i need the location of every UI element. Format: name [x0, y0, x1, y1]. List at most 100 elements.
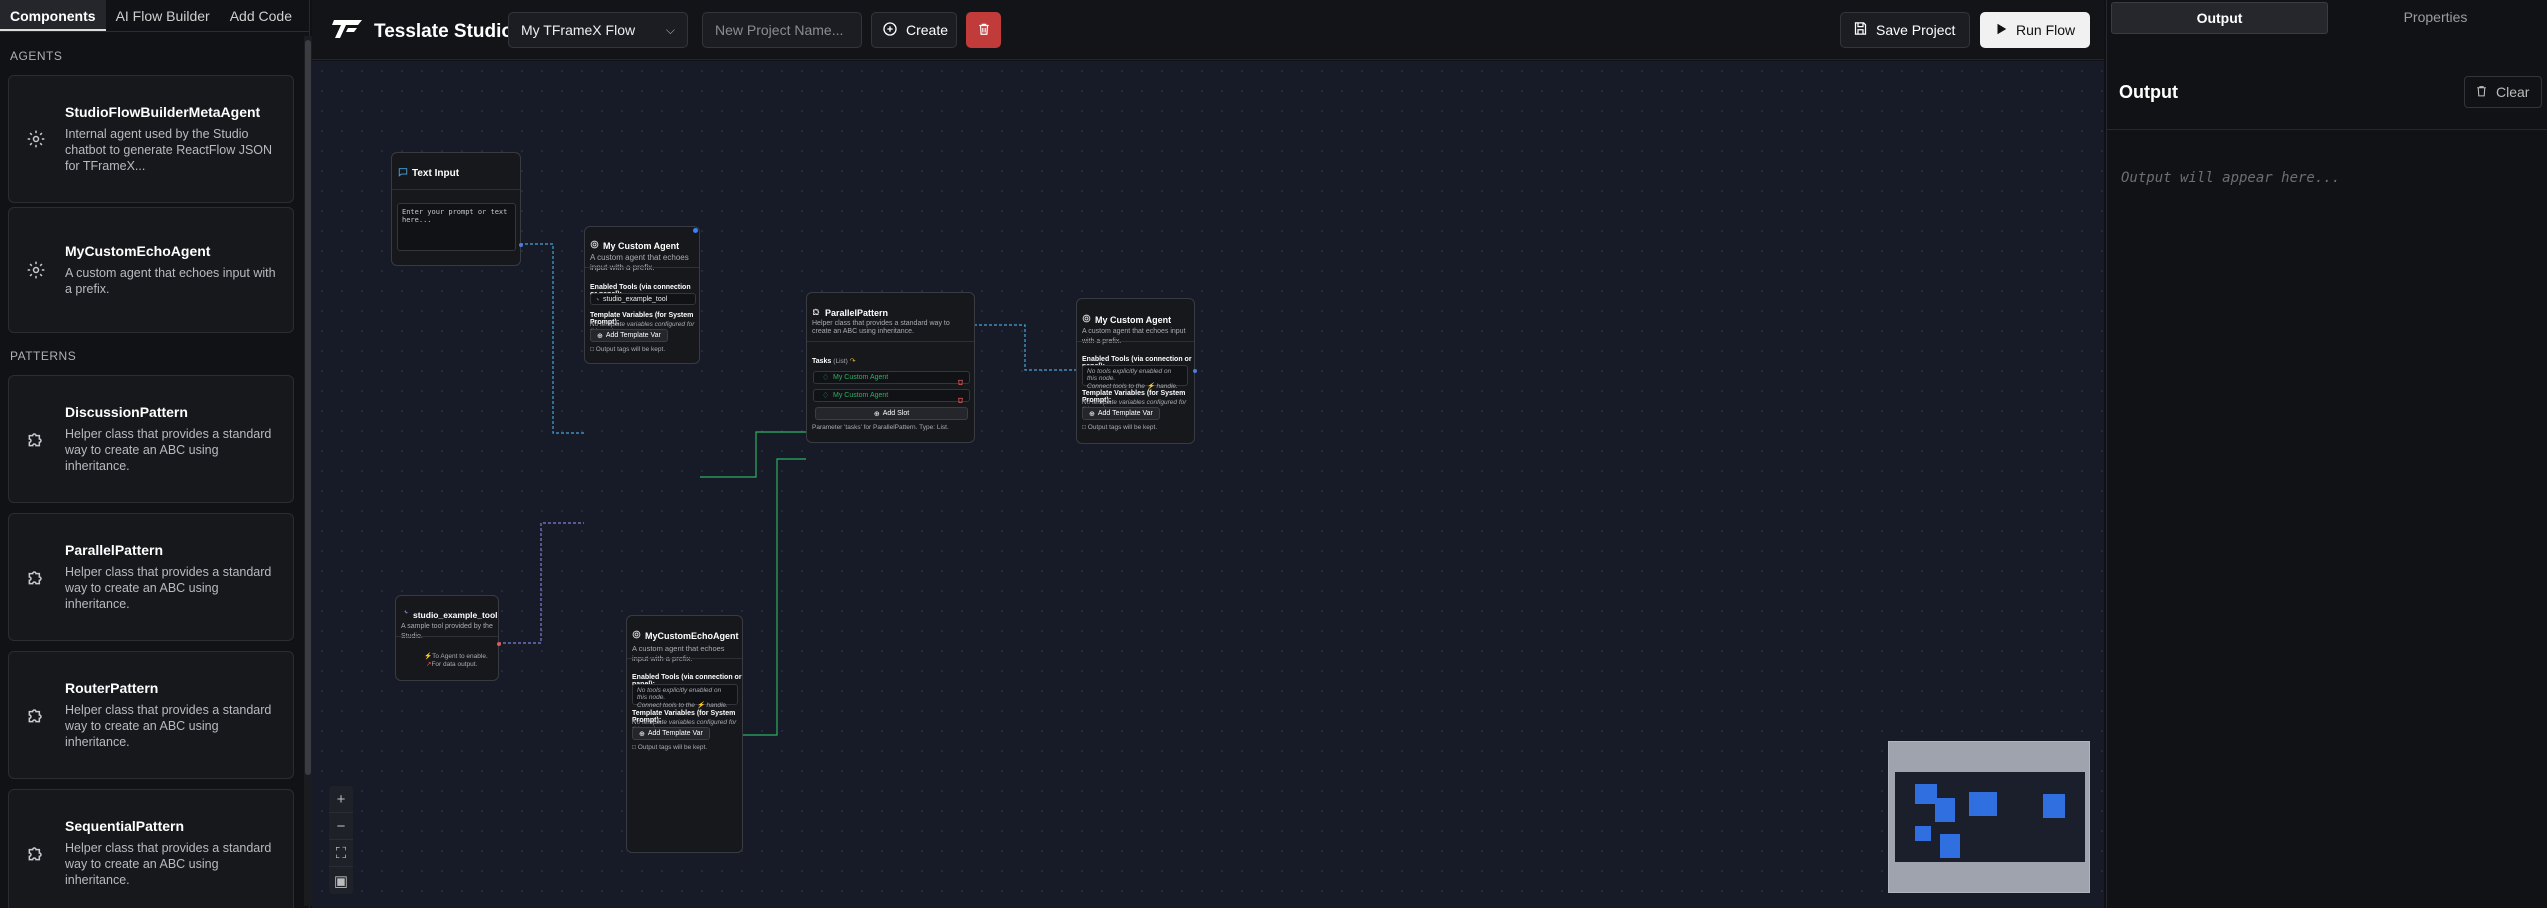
minimap[interactable] — [1888, 741, 2090, 893]
sidebar-scrollbar-thumb[interactable] — [305, 40, 311, 775]
tab-add-code[interactable]: Add Code — [220, 0, 302, 31]
component-card-agent[interactable]: MyCustomEchoAgent A custom agent that ec… — [8, 207, 294, 333]
delete-project-button[interactable] — [966, 12, 1001, 48]
edge-echo-to-task2[interactable] — [742, 458, 806, 736]
output-tags-text: Output tags will be kept. — [595, 346, 666, 353]
top-toolbar: Tesslate Studio My TFrameX Flow ⌵ Create… — [312, 0, 2104, 60]
flow-select-dropdown[interactable]: My TFrameX Flow ⌵ — [508, 12, 688, 48]
text-input-textarea[interactable]: Enter your prompt or text here... — [397, 203, 516, 251]
components-sidebar: Components AI Flow Builder Add Code AGEN… — [0, 0, 312, 908]
output-tags-text: Output tags will be kept. — [637, 744, 708, 751]
node-text-input[interactable]: Text Input Enter your prompt or text her… — [391, 152, 523, 266]
run-flow-button[interactable]: Run Flow — [1980, 12, 2090, 48]
add-template-var-button[interactable]: ⊕ Add Template Var — [632, 727, 710, 740]
zoom-in-button[interactable]: + — [329, 786, 353, 813]
minimap-node — [1915, 826, 1931, 841]
output-handle[interactable] — [519, 243, 523, 247]
add-slot-button[interactable]: ⊕ Add Slot — [815, 407, 968, 420]
tab-properties[interactable]: Properties — [2328, 2, 2543, 34]
chevron-down-icon: ⌵ — [665, 23, 675, 37]
plus-circle-icon — [882, 21, 898, 40]
task-slot-agent: My Custom Agent — [833, 374, 889, 381]
component-card-pattern[interactable]: RouterPattern Helper class that provides… — [8, 651, 294, 779]
component-title: DiscussionPattern — [65, 404, 188, 420]
edge-parallel-to-agent2[interactable] — [974, 324, 1076, 371]
gear-icon — [632, 630, 641, 642]
tasks-type: (List) — [833, 358, 848, 365]
component-description: Helper class that provides a standard wa… — [65, 841, 272, 887]
output-header: Output Clear — [2107, 68, 2547, 130]
node-description: A sample tool provided by the Studio. — [401, 623, 493, 640]
lock-button[interactable]: ▣ — [329, 867, 353, 894]
clear-output-button[interactable]: Clear — [2464, 76, 2542, 108]
add-template-var-label: Add Template Var — [605, 332, 661, 339]
node-description: A custom agent that echoes input with a … — [1082, 328, 1186, 345]
create-button[interactable]: Create — [871, 12, 957, 48]
edge-text-to-agent[interactable] — [520, 243, 584, 434]
output-handle[interactable] — [1193, 369, 1197, 373]
tab-components[interactable]: Components — [0, 0, 106, 31]
component-card-pattern[interactable]: DiscussionPattern Helper class that prov… — [8, 375, 294, 503]
plus-circle-icon: ⊕ — [597, 332, 603, 340]
minimap-node — [1935, 798, 1955, 822]
message-icon — [398, 167, 408, 180]
enabled-tool-chip[interactable]: studio_example_tool — [590, 293, 696, 305]
save-project-label: Save Project — [1876, 22, 1956, 38]
edge-tool-to-agent[interactable] — [498, 522, 584, 644]
play-icon — [1994, 22, 2008, 39]
add-template-var-button[interactable]: ⊕ Add Template Var — [590, 329, 668, 342]
output-tags-note: □ Output tags will be kept. — [1082, 424, 1157, 431]
component-description: Helper class that provides a standard wa… — [65, 565, 272, 611]
plus-icon: + — [336, 790, 346, 808]
task-slot-1[interactable]: ♢ My Custom Agent — [813, 371, 970, 386]
component-description: A custom agent that echoes input with a … — [65, 266, 276, 296]
node-my-custom-agent[interactable]: My Custom Agent A custom agent that echo… — [584, 226, 700, 364]
no-tools-line2: Connect tools to the ⚡ handle. — [637, 702, 728, 709]
node-parallel-pattern[interactable]: ParallelPattern Helper class that provid… — [806, 292, 975, 443]
comment-icon: □ — [632, 744, 636, 751]
flow-select-value: My TFrameX Flow — [521, 22, 636, 38]
add-template-var-label: Add Template Var — [1097, 410, 1153, 417]
comment-icon: □ — [1082, 424, 1086, 431]
component-card-pattern[interactable]: ParallelPattern Helper class that provid… — [8, 513, 294, 641]
sidebar-tabs: Components AI Flow Builder Add Code — [0, 0, 309, 32]
project-name-input[interactable] — [702, 12, 862, 48]
minus-icon: − — [336, 817, 346, 835]
users-icon: ♢ — [822, 373, 830, 382]
minimap-viewport[interactable] — [1895, 772, 2085, 862]
right-panel-tabs: Output Properties — [2111, 2, 2543, 34]
node-title: Text Input — [412, 168, 460, 179]
component-card-agent[interactable]: StudioFlowBuilderMetaAgent Internal agen… — [8, 75, 294, 203]
output-handle[interactable] — [497, 642, 501, 646]
save-project-button[interactable]: Save Project — [1840, 12, 1970, 48]
tab-output[interactable]: Output — [2111, 2, 2328, 34]
node-my-custom-echo-agent[interactable]: MyCustomEchoAgent A custom agent that ec… — [626, 615, 743, 853]
component-card-pattern[interactable]: SequentialPattern Helper class that prov… — [8, 789, 294, 908]
node-divider — [585, 267, 699, 268]
task-slot-2[interactable]: ♢ My Custom Agent — [813, 389, 970, 404]
users-icon: ♢ — [822, 391, 830, 400]
tab-ai-flow-builder[interactable]: AI Flow Builder — [106, 0, 220, 31]
component-title: RouterPattern — [65, 680, 159, 696]
fit-view-icon: ⛶ — [335, 844, 347, 862]
create-button-label: Create — [906, 22, 949, 38]
add-template-var-button[interactable]: ⊕ Add Template Var — [1082, 407, 1160, 420]
node-description: A custom agent that echoes input with a … — [590, 253, 689, 272]
enabled-tool-name: studio_example_tool — [603, 295, 668, 303]
fit-view-button[interactable]: ⛶ — [329, 840, 353, 867]
minimap-node — [1940, 834, 1960, 858]
wrench-icon — [401, 609, 409, 620]
zoom-out-button[interactable]: − — [329, 813, 353, 840]
flow-canvas[interactable]: Text Input Enter your prompt or text her… — [312, 61, 2104, 908]
node-description: A custom agent that echoes input with a … — [632, 644, 725, 663]
component-title: StudioFlowBuilderMetaAgent — [65, 104, 261, 120]
node-divider — [1077, 341, 1194, 342]
puzzle-icon — [21, 562, 51, 592]
node-studio-example-tool[interactable]: studio_example_tool A sample tool provid… — [395, 595, 501, 681]
edge-agent-to-task1[interactable] — [700, 431, 806, 478]
tool-hint-agent: ⚡To Agent to enable. — [424, 652, 488, 660]
tesslate-logo-icon — [332, 18, 364, 45]
node-my-custom-agent-2[interactable]: My Custom Agent A custom agent that echo… — [1076, 298, 1197, 444]
status-indicator-dot — [693, 228, 698, 233]
output-tags-note: □ Output tags will be kept. — [632, 744, 707, 751]
